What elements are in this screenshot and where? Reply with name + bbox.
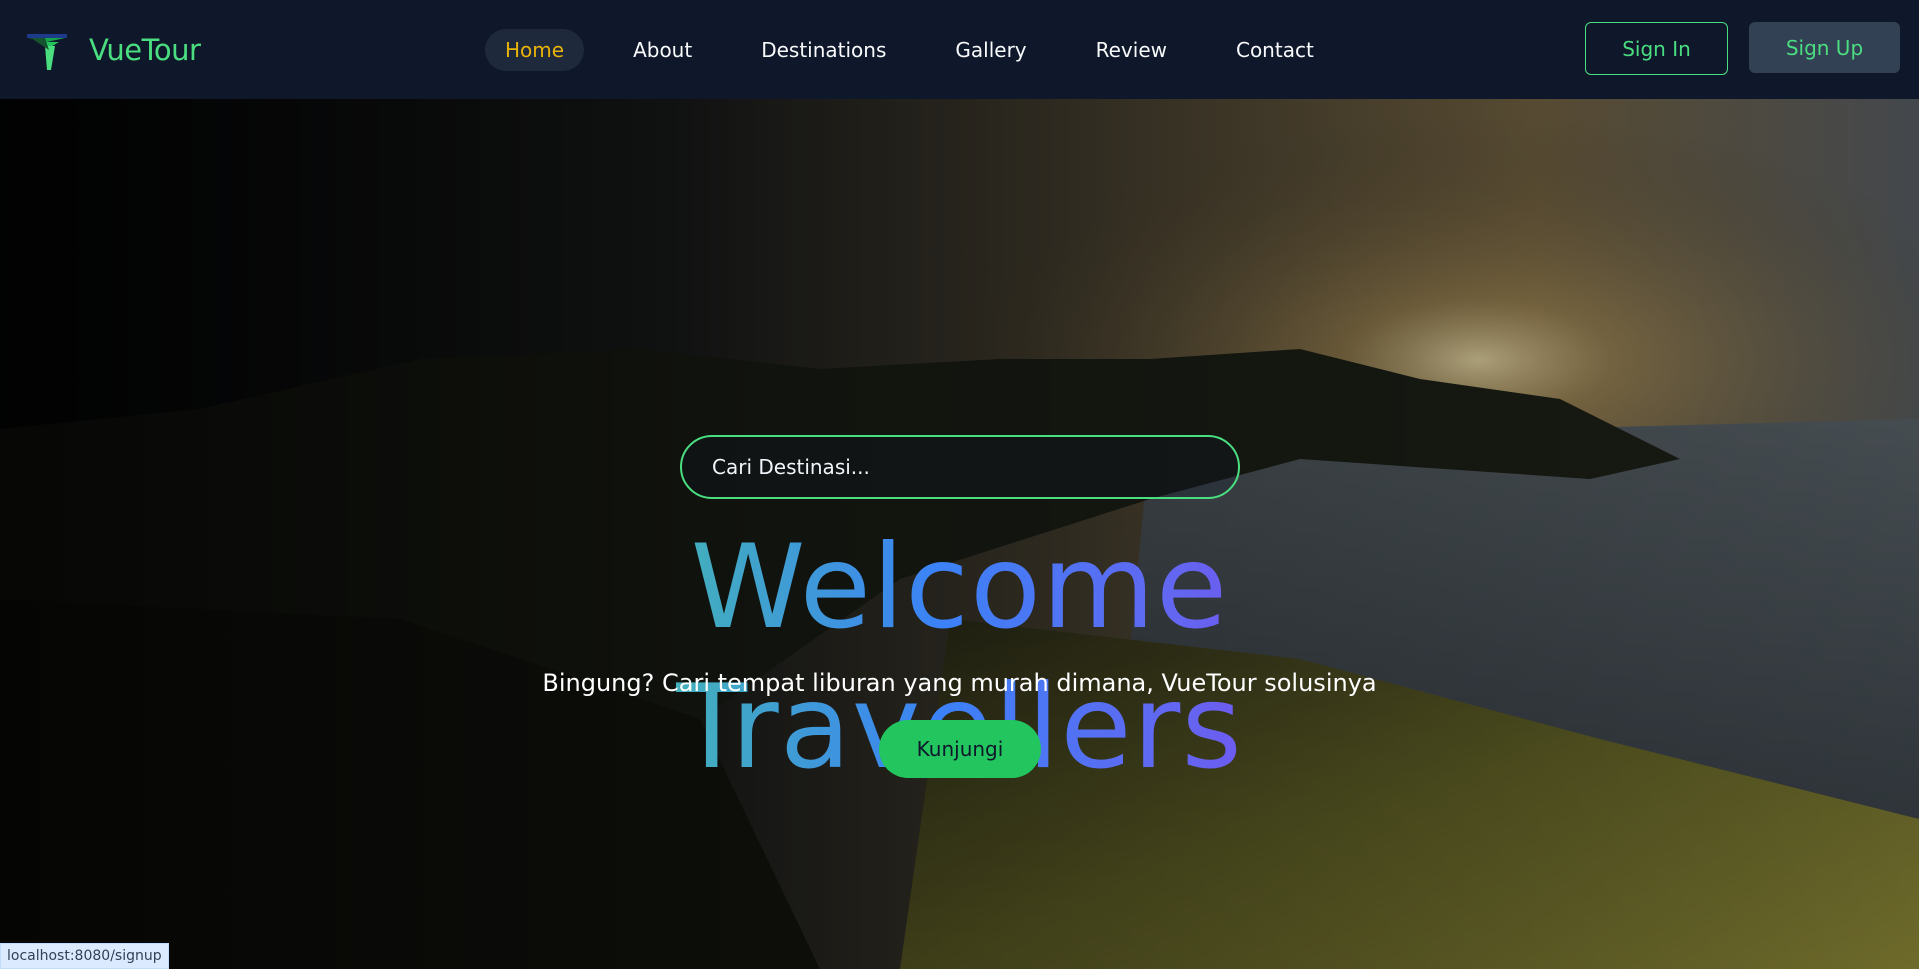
- nav-link-destinations[interactable]: Destinations: [741, 29, 906, 71]
- browser-status-url: localhost:8080/signup: [0, 943, 169, 969]
- vuetour-logo-icon: [27, 34, 67, 70]
- destination-search-input[interactable]: [680, 435, 1240, 499]
- nav-link-about[interactable]: About: [613, 29, 712, 71]
- nav-link-gallery[interactable]: Gallery: [935, 29, 1046, 71]
- brand-link[interactable]: VueTour: [27, 28, 201, 72]
- hero-section: Welcome Travellers Bingung? Cari tempat …: [0, 99, 1919, 969]
- main-nav: Home About Destinations Gallery Review C…: [485, 29, 1363, 71]
- navbar: VueTour Home About Destinations Gallery …: [0, 0, 1919, 99]
- nav-link-home[interactable]: Home: [485, 29, 585, 71]
- nav-link-review[interactable]: Review: [1076, 29, 1187, 71]
- brand-name: VueTour: [89, 33, 201, 67]
- sign-in-button[interactable]: Sign In: [1585, 22, 1728, 75]
- hero-subtitle: Bingung? Cari tempat liburan yang murah …: [542, 669, 1377, 697]
- nav-link-contact[interactable]: Contact: [1216, 29, 1334, 71]
- sign-up-button[interactable]: Sign Up: [1749, 22, 1900, 73]
- visit-button[interactable]: Kunjungi: [879, 720, 1041, 778]
